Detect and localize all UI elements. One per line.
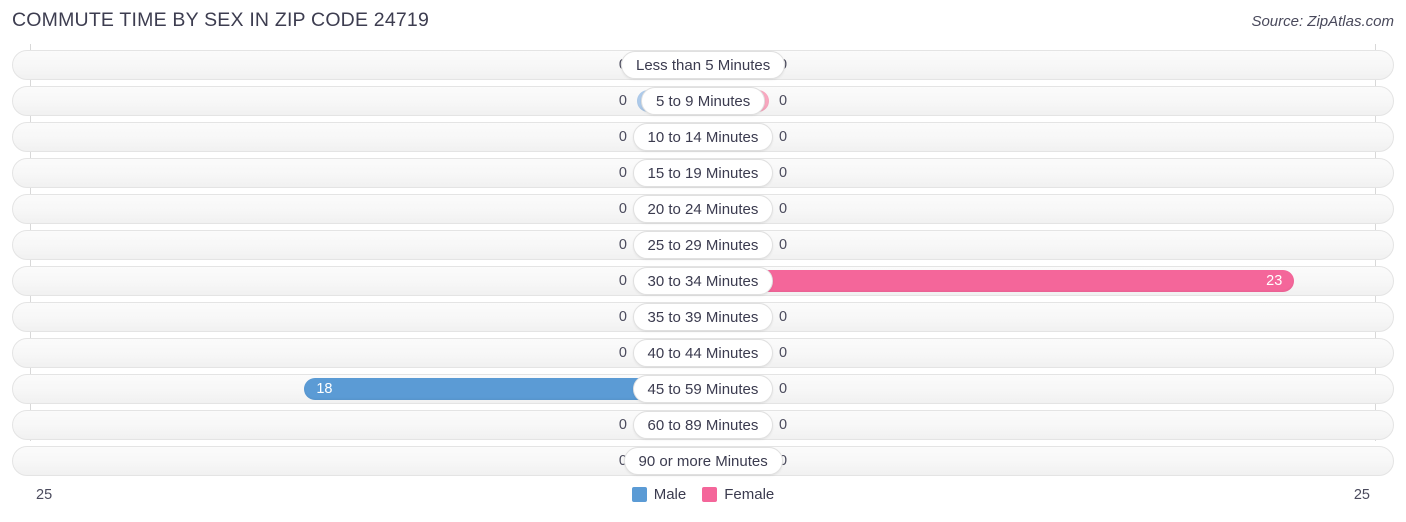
chart-row: 18 0 45 to 59 Minutes: [0, 374, 1406, 404]
chart-row: 0 0 40 to 44 Minutes: [0, 338, 1406, 368]
category-label-pill: 40 to 44 Minutes: [632, 339, 774, 367]
category-label-pill: 30 to 34 Minutes: [632, 267, 774, 295]
chart-row: 0 0 90 or more Minutes: [0, 446, 1406, 476]
chart-footer: 25 25 Male Female: [0, 481, 1406, 522]
chart-row: 0 23 30 to 34 Minutes: [0, 266, 1406, 296]
value-label-female: 0: [779, 453, 788, 469]
value-label-female: 0: [779, 417, 788, 433]
value-label-female: 0: [779, 237, 788, 253]
category-label-pill: 20 to 24 Minutes: [632, 195, 774, 223]
value-label-female: 0: [779, 201, 788, 217]
value-label-male: 0: [618, 345, 627, 361]
value-label-female: 0: [779, 309, 788, 325]
value-label-male: 0: [618, 309, 627, 325]
legend-label: Male: [653, 486, 687, 503]
category-label-pill: 25 to 29 Minutes: [632, 231, 774, 259]
value-label-male: 0: [618, 165, 627, 181]
value-label-male: 0: [575, 54, 627, 76]
chart-header: COMMUTE TIME BY SEX IN ZIP CODE 24719 So…: [0, 0, 1406, 44]
category-label-pill: 45 to 59 Minutes: [632, 375, 774, 403]
legend-item-female[interactable]: Female: [702, 486, 774, 503]
chart-rows: 00Less than 5 Minutes005 to 9 Minutes001…: [0, 50, 1406, 482]
category-label-pill: 5 to 9 Minutes: [641, 87, 766, 115]
value-label-female: 0: [779, 129, 788, 145]
value-label-male: 0: [618, 93, 627, 109]
chart-row: 0 0 5 to 9 Minutes: [0, 86, 1406, 116]
chart-row: 0 0 10 to 14 Minutes: [0, 122, 1406, 152]
value-label-female: 0: [779, 93, 788, 109]
value-label-female: 0: [779, 165, 788, 181]
category-label-pill: 90 or more Minutes: [623, 447, 783, 475]
value-label-female: 23: [1266, 273, 1283, 289]
chart-plot-area: 00Less than 5 Minutes005 to 9 Minutes001…: [0, 44, 1406, 481]
value-label-male: 18: [316, 381, 333, 397]
value-label-female: 0: [779, 54, 831, 76]
page-title: COMMUTE TIME BY SEX IN ZIP CODE 24719: [12, 9, 430, 31]
category-label-pill: 60 to 89 Minutes: [632, 411, 774, 439]
value-label-female: 0: [779, 345, 788, 361]
chart-row: 0 0Less than 5 Minutes: [0, 50, 1406, 80]
category-label-pill: Less than 5 Minutes: [621, 51, 786, 79]
chart-row: 0 0 25 to 29 Minutes: [0, 230, 1406, 260]
value-label-male: 0: [618, 453, 627, 469]
legend-swatch-icon: [702, 487, 718, 502]
value-label-male: 0: [618, 237, 627, 253]
category-label-pill: 35 to 39 Minutes: [632, 303, 774, 331]
bar-female: [703, 270, 1295, 292]
category-label-pill: 10 to 14 Minutes: [632, 123, 774, 151]
legend-label: Female: [724, 486, 775, 503]
value-label-male: 0: [618, 273, 627, 289]
chart-row: 0 0 15 to 19 Minutes: [0, 158, 1406, 188]
value-label-female: 0: [779, 381, 788, 397]
chart-row: 0 0 35 to 39 Minutes: [0, 302, 1406, 332]
chart-legend: Male Female: [0, 486, 1406, 503]
value-label-male: 0: [618, 201, 627, 217]
value-label-male: 0: [618, 417, 627, 433]
legend-item-male[interactable]: Male: [631, 486, 687, 503]
source-attribution: Source: ZipAtlas.com: [1251, 13, 1394, 30]
legend-swatch-icon: [631, 487, 647, 502]
chart-row: 0 0 20 to 24 Minutes: [0, 194, 1406, 224]
chart-row: 0 0 60 to 89 Minutes: [0, 410, 1406, 440]
value-label-male: 0: [618, 129, 627, 145]
category-label-pill: 15 to 19 Minutes: [632, 159, 774, 187]
